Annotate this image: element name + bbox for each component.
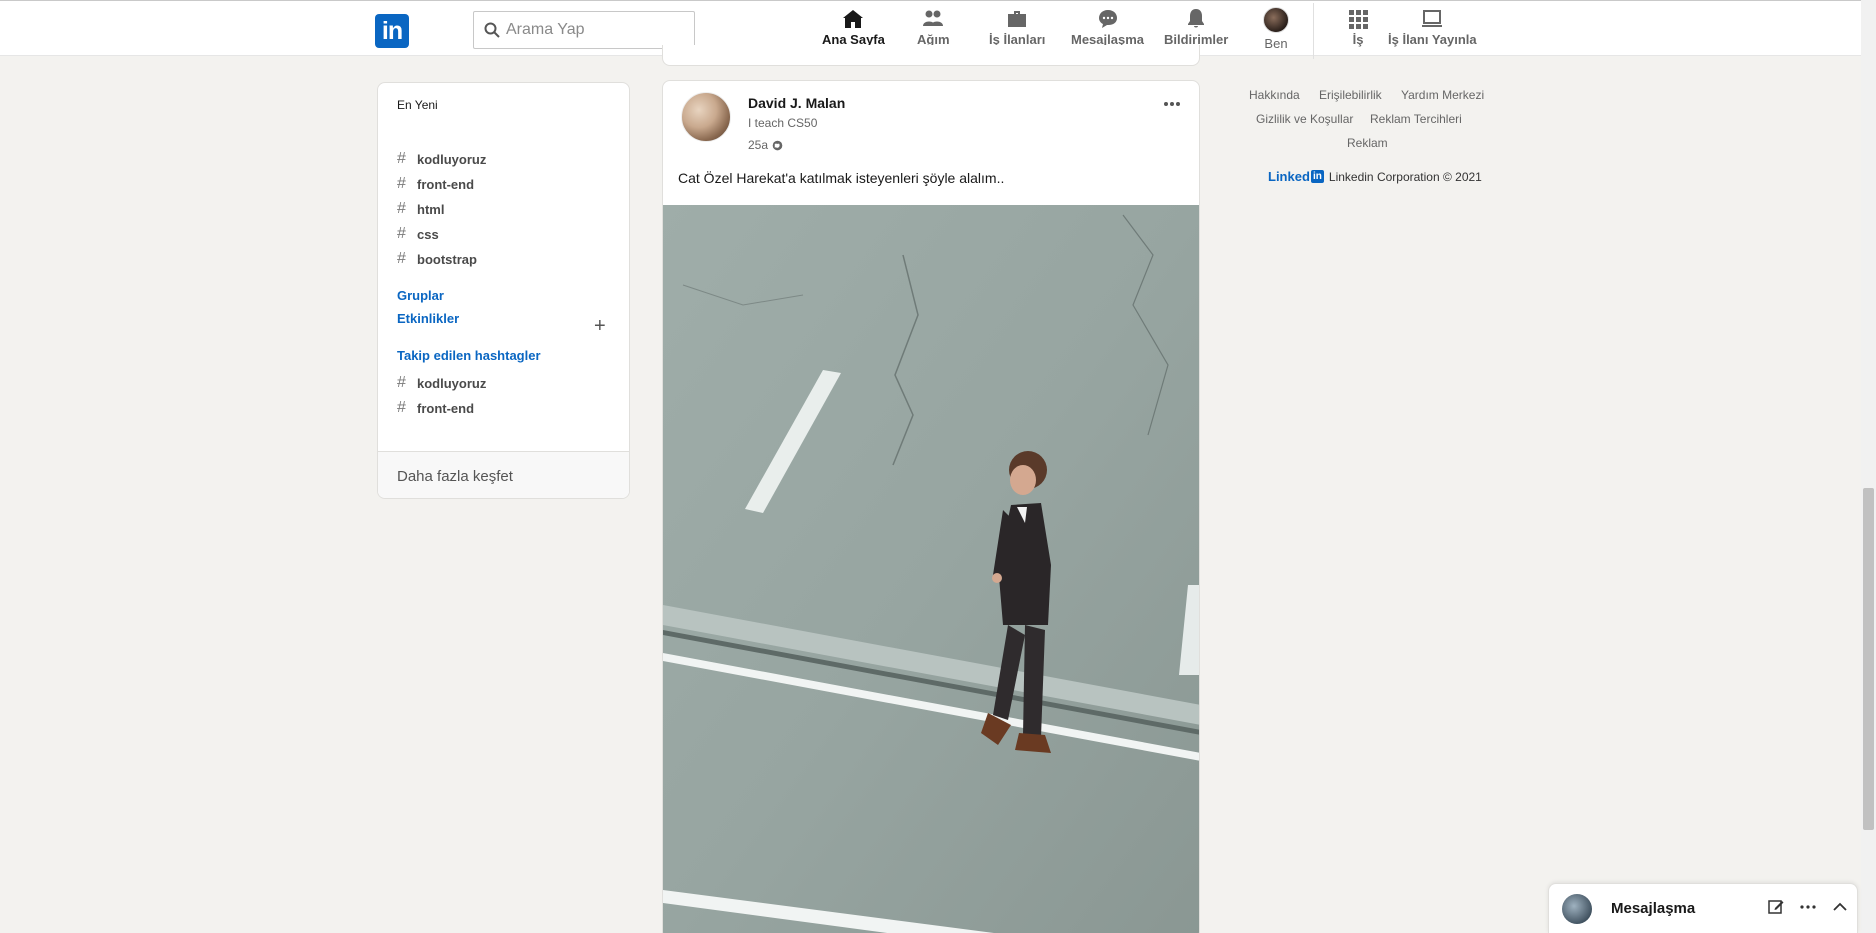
nav-work-label: İş [1352, 32, 1364, 47]
copyright-text: Linkedin Corporation © 2021 [1328, 169, 1482, 184]
hashtag-icon: # [397, 374, 406, 391]
footer-link-privacy-terms[interactable]: Gizlilik ve Koşullar [1256, 112, 1353, 126]
hashtag-icon: # [397, 175, 406, 192]
brand-in-badge: in [1310, 170, 1324, 183]
footer-link-ad-choices[interactable]: Reklam Tercihleri [1370, 112, 1462, 126]
street-photo [663, 205, 1199, 933]
bell-icon [1188, 9, 1205, 28]
hashtag-icon: # [397, 200, 406, 217]
add-event-icon[interactable]: + [594, 315, 606, 338]
nav-divider [1313, 3, 1314, 59]
footer-link-advertising[interactable]: Reklam [1347, 136, 1388, 150]
nav-me[interactable]: Ben [1263, 7, 1289, 55]
feed-post: David J. Malan I teach CS50 25a Cat Özel… [662, 80, 1200, 933]
groups-link[interactable]: Gruplar [397, 288, 444, 303]
tag-label: html [417, 201, 445, 217]
post-time-label: 25a [748, 138, 769, 152]
tag-label: front-end [417, 400, 475, 416]
home-icon [843, 10, 864, 28]
tag-label: kodluyoruz [417, 151, 487, 167]
avatar [1562, 894, 1592, 924]
previous-post-card [662, 45, 1200, 66]
tag-label: css [417, 226, 439, 242]
recent-tag-kodluyoruz[interactable]: # kodluyoruz [397, 150, 486, 168]
post-image[interactable] [663, 205, 1199, 933]
network-icon [923, 10, 944, 26]
footer-link-help-center[interactable]: Yardım Merkezi [1401, 88, 1484, 102]
messaging-dock[interactable]: Mesajlaşma [1548, 883, 1858, 933]
footer-brand: Linked in Linkedin Corporation © 2021 [1268, 169, 1482, 184]
post-time: 25a [748, 138, 783, 152]
jobs-icon [1008, 11, 1027, 27]
post-job-icon [1422, 10, 1443, 27]
followed-hashtags-link[interactable]: Takip edilen hashtagler [397, 348, 541, 363]
post-text: Cat Özel Harekat'a katılmak isteyenleri … [678, 170, 1005, 186]
nav-post-job-label: İş İlanı Yayınla [1388, 32, 1477, 47]
messaging-dock-actions [1767, 898, 1849, 916]
nav-work[interactable]: İş [1346, 7, 1370, 55]
nav-me-label: Ben [1264, 36, 1288, 51]
grid-icon [1349, 10, 1368, 29]
scrollbar-thumb[interactable] [1863, 488, 1874, 830]
post-author-headline: I teach CS50 [748, 116, 818, 130]
brand-word: Linked [1268, 169, 1310, 184]
more-options-icon[interactable] [1799, 898, 1817, 916]
globe-icon [772, 140, 783, 150]
footer-link-accessibility[interactable]: Erişilebilirlik [1319, 88, 1382, 102]
followed-tag-front-end[interactable]: # front-end [397, 399, 474, 417]
nav-post-job[interactable]: İş İlanı Yayınla [1388, 7, 1477, 55]
search-box[interactable] [473, 11, 695, 49]
chevron-up-icon[interactable] [1831, 898, 1849, 916]
hashtag-icon: # [397, 150, 406, 167]
compose-icon[interactable] [1767, 898, 1785, 916]
search-input[interactable] [506, 21, 686, 39]
recent-tag-front-end[interactable]: # front-end [397, 175, 474, 193]
post-author-name[interactable]: David J. Malan [748, 95, 845, 111]
footer-link-about[interactable]: Hakkında [1249, 88, 1300, 102]
messaging-icon [1098, 10, 1117, 28]
author-avatar[interactable] [681, 92, 731, 142]
tag-label: front-end [417, 176, 475, 192]
followed-tag-kodluyoruz[interactable]: # kodluyoruz [397, 374, 486, 392]
hashtag-icon: # [397, 225, 406, 242]
tag-label: kodluyoruz [417, 375, 487, 391]
recent-tag-html[interactable]: # html [397, 200, 444, 218]
avatar [1263, 7, 1289, 33]
left-sidebar-card: En Yeni # kodluyoruz # front-end # html # cs… [377, 82, 630, 499]
recent-tag-css[interactable]: # css [397, 225, 439, 243]
hashtag-icon: # [397, 250, 406, 267]
search-icon [484, 22, 500, 38]
linkedin-logo[interactable]: in [375, 14, 409, 48]
discover-more-button[interactable]: Daha fazla keşfet [378, 451, 629, 498]
tag-label: bootstrap [417, 251, 477, 267]
page-scrollbar[interactable] [1861, 0, 1876, 933]
more-options-icon[interactable] [1163, 99, 1181, 109]
hashtag-icon: # [397, 399, 406, 416]
linkedin-wordmark: Linked in [1268, 169, 1324, 184]
events-link[interactable]: Etkinlikler [397, 311, 459, 326]
messaging-dock-title: Mesajlaşma [1611, 900, 1696, 917]
recent-title: En Yeni [397, 98, 438, 112]
recent-tag-bootstrap[interactable]: # bootstrap [397, 250, 477, 268]
